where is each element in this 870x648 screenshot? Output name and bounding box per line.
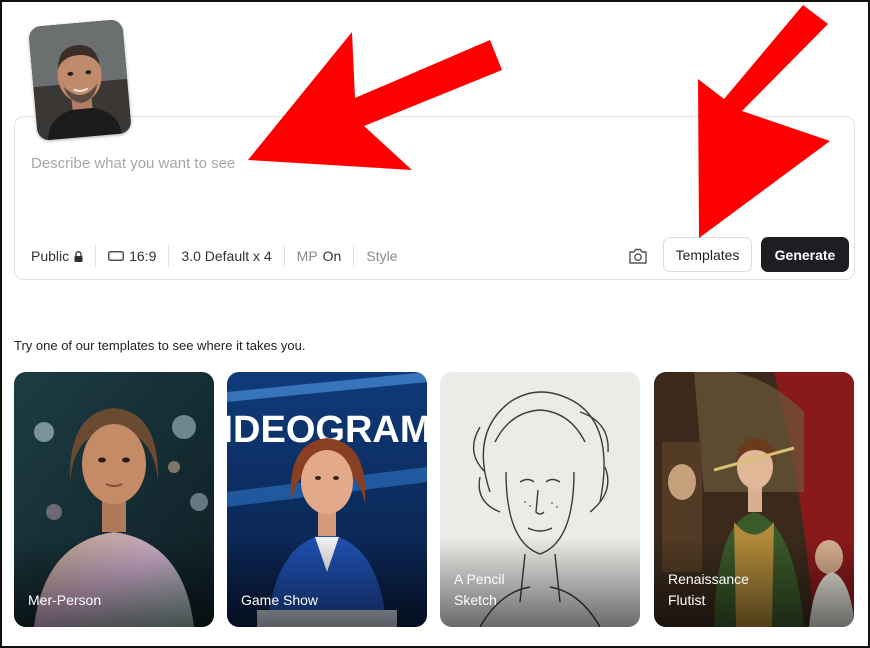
magic-prompt-toggle[interactable]: MP On (285, 241, 354, 271)
template-gallery: Mer-Person IDEOGRAM Game Show A Pencil S… (14, 372, 855, 628)
model-selector[interactable]: 3.0 Default x 4 (169, 241, 283, 271)
aspect-ratio-value: 16:9 (129, 248, 157, 264)
visibility-label: Public (31, 248, 70, 264)
templates-button[interactable]: Templates (663, 237, 752, 272)
template-label: Game Show (241, 592, 319, 608)
prompt-input[interactable] (31, 151, 631, 175)
model-label: 3.0 Default x 4 (181, 248, 272, 264)
aspect-ratio-selector[interactable]: 16:9 (96, 241, 168, 271)
user-avatar[interactable] (28, 19, 132, 141)
rectangle-icon (108, 251, 125, 261)
card-shade (227, 537, 427, 627)
template-card-mer-person[interactable]: Mer-Person (14, 372, 214, 627)
magic-prompt-value: On (322, 248, 342, 264)
style-label: Style (366, 248, 398, 264)
template-label: Mer-Person (28, 592, 102, 608)
template-card-pencil-sketch[interactable]: A Pencil Sketch (440, 372, 640, 627)
template-card-game-show[interactable]: IDEOGRAM Game Show (227, 372, 427, 627)
visibility-toggle[interactable]: Public (31, 241, 95, 271)
template-card-renaissance-flutist[interactable]: Renaissance Flutist (654, 372, 854, 627)
template-label: Renaissance Flutist (668, 571, 749, 608)
templates-hint: Try one of our templates to see where it… (14, 338, 306, 353)
camera-icon[interactable] (628, 247, 648, 265)
prompt-card: Public 16:9 3.0 Default x 4 MP On Style (14, 116, 855, 280)
generate-button[interactable]: Generate (761, 237, 849, 272)
template-label: A Pencil Sketch (454, 571, 505, 608)
magic-prompt-label: MP (296, 248, 318, 264)
card-shade (14, 537, 214, 627)
lock-icon (74, 250, 83, 262)
avatar-portrait (28, 19, 132, 141)
style-selector[interactable]: Style (354, 241, 409, 271)
